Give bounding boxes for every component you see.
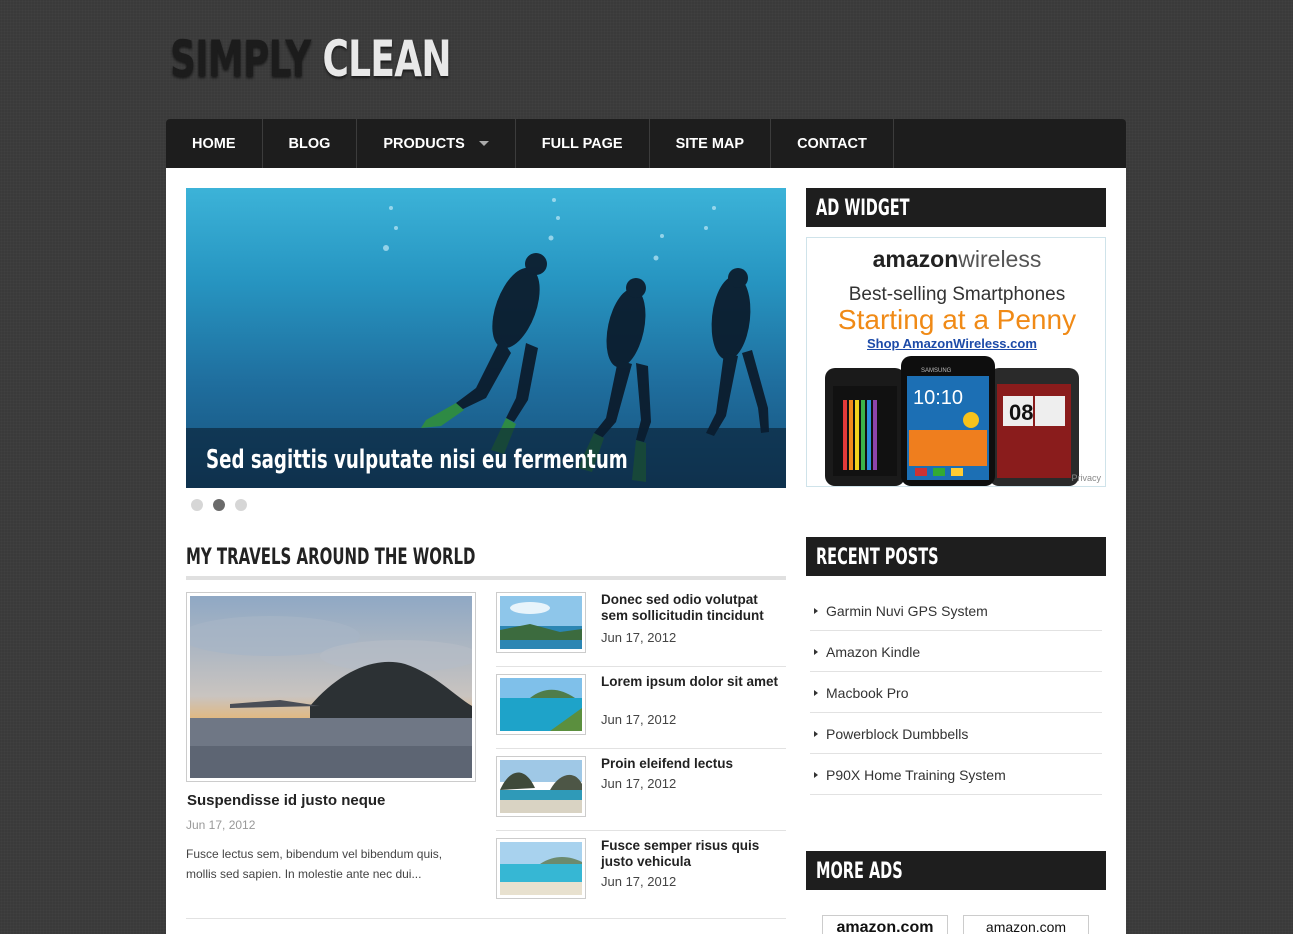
post-date: Jun 17, 2012	[601, 776, 677, 791]
recent-posts-list: Garmin Nuvi GPS System Amazon Kindle Mac…	[810, 590, 1102, 795]
post-title[interactable]: Proin eleifend lectus	[601, 756, 786, 772]
bay-thumb-image	[500, 678, 582, 731]
recent-post-label: P90X Home Training System	[826, 767, 1006, 783]
mini-ad-label: amazon.com	[985, 919, 1067, 934]
bullet-arrow-icon	[814, 772, 818, 778]
nav-blog[interactable]: BLOG	[263, 119, 358, 168]
post-title[interactable]: Lorem ipsum dolor sit amet	[601, 674, 786, 690]
recent-post-label: Garmin Nuvi GPS System	[826, 603, 988, 619]
phone-time: 10:10	[913, 387, 963, 409]
recent-post-item[interactable]: P90X Home Training System	[810, 754, 1102, 795]
slider-dot-2[interactable]	[213, 499, 225, 511]
mini-ad-label: amazon.com	[836, 919, 934, 934]
post-thumbnail[interactable]	[496, 592, 586, 653]
bullet-arrow-icon	[814, 608, 818, 614]
featured-post-image[interactable]	[186, 592, 476, 782]
recent-post-item[interactable]: Macbook Pro	[810, 672, 1102, 713]
divider	[496, 748, 786, 749]
post-date: Jun 17, 2012	[601, 874, 677, 889]
phones-image: 08 SAMSUNG 10:10	[825, 356, 1079, 486]
slide-caption-bar: Sed sagittis vulputate nisi eu fermentum	[186, 428, 786, 488]
post-date: Jun 17, 2012	[601, 630, 677, 645]
recent-post-label: Powerblock Dumbbells	[826, 726, 969, 742]
widget-title: MORE ADS	[816, 859, 903, 884]
featured-post-excerpt: Fusce lectus sem, bibendum vel bibendum …	[186, 847, 443, 881]
ad-headline: Best-selling Smartphones	[848, 284, 1066, 305]
ad-shop-link[interactable]: Shop AmazonWireless.com	[867, 336, 1037, 351]
chevron-down-icon	[478, 141, 489, 146]
amazon-wireless-logo: amazonwireless	[807, 246, 1105, 273]
divider	[496, 666, 786, 667]
post-list-item[interactable]: Proin eleifend lectus Jun 17, 2012	[496, 756, 786, 838]
nav-contact-label: CONTACT	[797, 135, 867, 152]
amazon-wireless-ad[interactable]: amazonwireless Best-selling Smartphones …	[806, 237, 1106, 487]
divider	[186, 918, 786, 919]
section-title: MY TRAVELS AROUND THE WORLD	[186, 545, 476, 570]
slider-pagination	[191, 499, 247, 511]
bullet-arrow-icon	[814, 649, 818, 655]
bullet-arrow-icon	[814, 690, 818, 696]
mini-ad-1[interactable]: amazon.com	[822, 915, 948, 934]
nav-products[interactable]: PRODUCTS	[357, 119, 516, 168]
slider-dot-3[interactable]	[235, 499, 247, 511]
recent-post-item[interactable]: Garmin Nuvi GPS System	[810, 590, 1102, 631]
image-slider[interactable]: Sed sagittis vulputate nisi eu fermentum	[186, 188, 786, 488]
bullet-arrow-icon	[814, 731, 818, 737]
content-area: Sed sagittis vulputate nisi eu fermentum…	[166, 168, 1126, 934]
more-ads-header: MORE ADS	[806, 851, 1106, 890]
section-divider	[186, 576, 786, 580]
post-list-item[interactable]: Fusce semper risus quis justo vehicula J…	[496, 838, 786, 920]
phone-brand: SAMSUNG	[921, 368, 952, 374]
nav-contact[interactable]: CONTACT	[771, 119, 894, 168]
nav-site-map-label: SITE MAP	[675, 135, 745, 152]
post-thumbnail[interactable]	[496, 756, 586, 817]
beach-thumb-image	[500, 596, 582, 649]
recent-post-label: Amazon Kindle	[826, 644, 921, 660]
post-title[interactable]: Donec sed odio volutpat sem sollicitudin…	[601, 592, 786, 624]
widget-title: AD WIDGET	[816, 196, 910, 221]
featured-post-date: Jun 17, 2012	[186, 818, 256, 832]
nav-site-map[interactable]: SITE MAP	[650, 119, 772, 168]
ad-logo-part1: amazon	[872, 246, 959, 272]
post-thumbnail[interactable]	[496, 674, 586, 735]
nav-full-page-label: FULL PAGE	[541, 135, 623, 152]
post-list-item[interactable]: Lorem ipsum dolor sit amet Jun 17, 2012	[496, 674, 786, 756]
site-logo[interactable]: SIMPLY CLEAN	[170, 30, 452, 88]
lagoon-thumb-image	[500, 842, 582, 895]
nav-products-label: PRODUCTS	[383, 135, 465, 152]
nav-home-label: HOME	[192, 135, 236, 152]
nav-blog-label: BLOG	[288, 135, 331, 152]
ad-logo-part2: wireless	[958, 246, 1042, 272]
slide-caption[interactable]: Sed sagittis vulputate nisi eu fermentum	[206, 445, 628, 475]
sunset-island-image	[190, 596, 472, 778]
rocks-thumb-image	[500, 760, 582, 813]
main-nav: HOME BLOG PRODUCTS FULL PAGE SITE MAP CO…	[166, 119, 1126, 168]
post-list-item[interactable]: Donec sed odio volutpat sem sollicitudin…	[496, 592, 786, 674]
recent-posts-header: RECENT POSTS	[806, 537, 1106, 576]
recent-post-item[interactable]: Powerblock Dumbbells	[810, 713, 1102, 754]
divider	[496, 830, 786, 831]
post-date: Jun 17, 2012	[601, 712, 677, 727]
featured-post-title[interactable]: Suspendisse id justo neque	[187, 792, 385, 809]
phone-time-right: 08	[1009, 400, 1033, 425]
ad-subheadline: Starting at a Penny	[837, 304, 1077, 335]
post-thumbnail[interactable]	[496, 838, 586, 899]
post-title[interactable]: Fusce semper risus quis justo vehicula	[601, 838, 786, 870]
logo-word-simply: SIMPLY	[170, 30, 311, 88]
widget-title: RECENT POSTS	[816, 545, 939, 570]
mini-ad-2[interactable]: amazon.com	[963, 915, 1089, 934]
ad-widget-header: AD WIDGET	[806, 188, 1106, 227]
ad-privacy-link[interactable]: Privacy	[1071, 473, 1101, 483]
nav-full-page[interactable]: FULL PAGE	[516, 119, 650, 168]
nav-home[interactable]: HOME	[166, 119, 263, 168]
logo-word-clean: CLEAN	[322, 30, 451, 88]
slider-dot-1[interactable]	[191, 499, 203, 511]
recent-post-item[interactable]: Amazon Kindle	[810, 631, 1102, 672]
recent-post-label: Macbook Pro	[826, 685, 909, 701]
